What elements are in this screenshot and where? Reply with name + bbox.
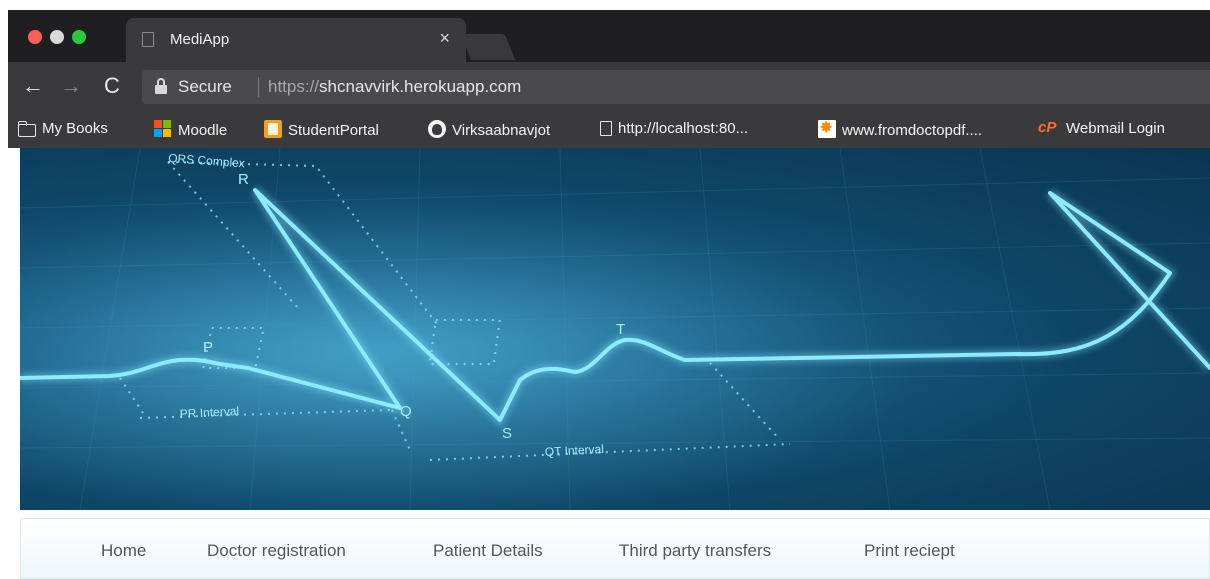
cpanel-icon xyxy=(1038,119,1060,136)
tab-strip: MediApp × xyxy=(8,10,1210,62)
nav-third-party-transfers[interactable]: Third party transfers xyxy=(619,541,771,561)
secure-label: Secure xyxy=(178,77,232,96)
bookmark-webmail-login[interactable]: Webmail Login xyxy=(1038,119,1165,140)
browser-toolbar: ← → C Secure https://shcnavvirk.herokuap… xyxy=(8,62,1210,112)
student-portal-icon xyxy=(264,120,282,138)
ecg-illustration: QRS Complex R P Q S T PR Interval QT Int… xyxy=(20,148,1210,510)
bookmark-fromdoctopdf[interactable]: www.fromdoctopdf.... xyxy=(818,118,982,140)
main-navbar: Home Doctor registration Patient Details… xyxy=(20,518,1210,579)
nav-patient-details[interactable]: Patient Details xyxy=(433,541,543,561)
r-wave-label: R xyxy=(238,171,249,188)
minimize-window-button[interactable] xyxy=(50,30,64,44)
ecg-hero-banner: QRS Complex R P Q S T PR Interval QT Int… xyxy=(20,148,1210,510)
tab-title: MediApp xyxy=(170,31,230,48)
back-arrow-icon[interactable]: ← xyxy=(22,73,44,99)
p-wave-label: P xyxy=(203,339,213,356)
browser-window: MediApp × ← → C Secure https://shcnavvir… xyxy=(8,10,1210,148)
lock-icon xyxy=(154,78,168,95)
reload-icon[interactable]: C xyxy=(104,73,120,99)
forward-arrow-icon[interactable]: → xyxy=(60,73,82,99)
bookmark-my-books[interactable]: My Books xyxy=(17,120,108,140)
close-window-button[interactable] xyxy=(28,30,42,44)
nav-print-reciept[interactable]: Print reciept xyxy=(864,541,955,561)
bookmarks-bar: My Books Moodle StudentPortal Virksaabna… xyxy=(8,112,1210,148)
bookmark-studentportal[interactable]: StudentPortal xyxy=(264,120,379,140)
github-icon xyxy=(428,120,446,138)
tab-mediapp[interactable]: MediApp × xyxy=(126,18,466,62)
url-host: shcnavvirk.herokuapp.com xyxy=(319,77,522,96)
t-wave-label: T xyxy=(616,321,625,338)
address-separator xyxy=(258,77,259,97)
url-protocol: https:// xyxy=(268,77,320,96)
page-favicon-icon xyxy=(142,32,154,47)
address-bar[interactable]: Secure https://shcnavvirk.herokuapp.com xyxy=(142,70,1210,104)
folder-icon xyxy=(17,121,36,137)
page-icon xyxy=(600,121,612,136)
maximize-window-button[interactable] xyxy=(72,30,86,44)
url-text[interactable]: https://shcnavvirk.herokuapp.com xyxy=(268,77,521,97)
q-wave-label: Q xyxy=(400,403,412,420)
bookmark-localhost[interactable]: http://localhost:80... xyxy=(598,120,748,140)
tab-close-icon[interactable]: × xyxy=(439,28,450,49)
microsoft-icon xyxy=(154,120,172,138)
fromdoctopdf-icon xyxy=(818,118,836,138)
nav-home[interactable]: Home xyxy=(101,541,146,561)
bookmark-virksaabnavjot[interactable]: Virksaabnavjot xyxy=(428,120,550,140)
bookmark-moodle[interactable]: Moodle xyxy=(154,120,227,140)
nav-doctor-registration[interactable]: Doctor registration xyxy=(207,541,346,561)
s-wave-label: S xyxy=(502,425,512,442)
new-tab-button[interactable] xyxy=(460,34,516,60)
